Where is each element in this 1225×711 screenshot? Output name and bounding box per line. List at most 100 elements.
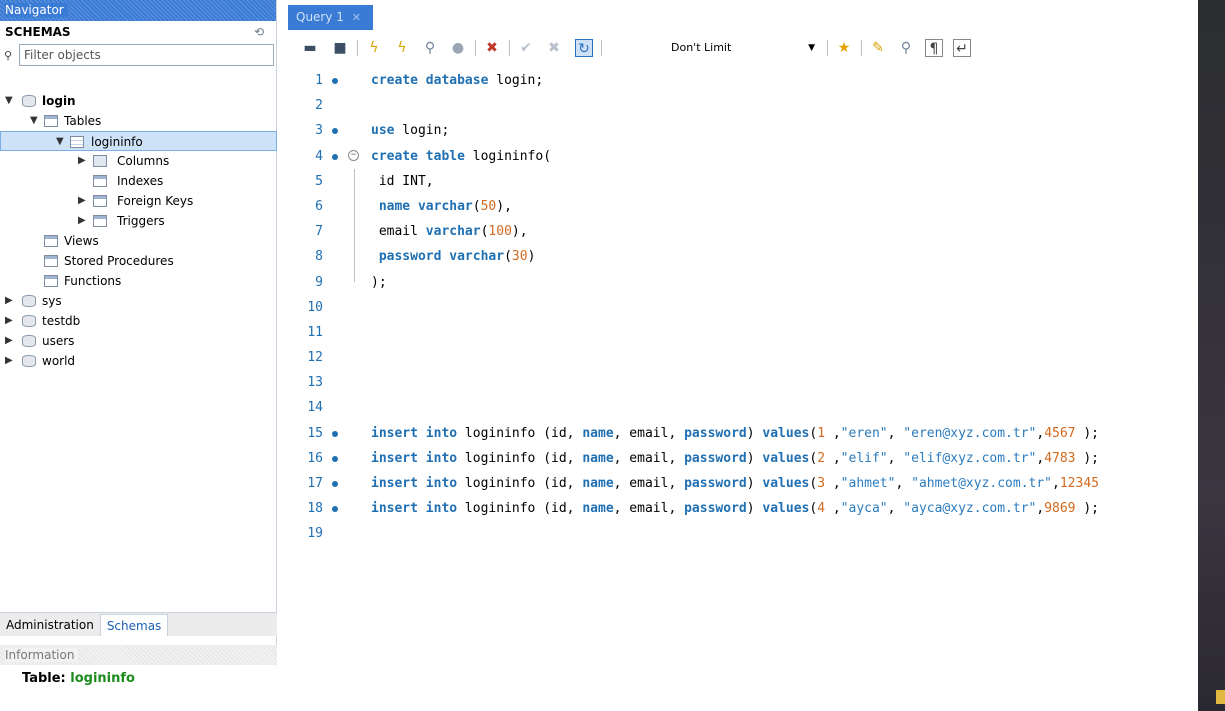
rollback-icon[interactable]: ✖ <box>545 39 563 57</box>
code-line[interactable]: 5 id INT, <box>285 168 1198 194</box>
code-line[interactable]: 11 <box>285 320 1198 345</box>
fold-guide <box>354 244 355 270</box>
collapsed-arrow-icon[interactable]: ▶ <box>5 331 13 351</box>
tree-node-columns[interactable]: ▶ Columns <box>0 151 277 171</box>
code-line[interactable]: 15 insert into logininfo (id, name, email… <box>285 421 1198 446</box>
code-line[interactable]: 16 insert into logininfo (id, name, email… <box>285 446 1198 471</box>
add-snippet-icon[interactable]: ★ <box>835 39 853 57</box>
stop-icon[interactable]: ● <box>449 39 467 57</box>
tree-node-stored-procedures[interactable]: Stored Procedures <box>0 251 277 271</box>
statement-marker-icon <box>332 128 338 135</box>
expanded-arrow-icon[interactable]: ▼ <box>5 91 13 111</box>
fold-toggle-icon[interactable]: − <box>348 149 359 161</box>
code-line[interactable]: 1 create database login; <box>285 68 1198 93</box>
find-icon[interactable]: ⚲ <box>897 39 915 57</box>
tree-node-world[interactable]: ▶ world <box>0 351 277 371</box>
line-number: 7 <box>315 224 323 240</box>
code-line[interactable]: 2 <box>285 93 1198 118</box>
tab-query-1[interactable]: Query 1 ✕ <box>288 5 373 30</box>
filter-objects-input[interactable] <box>19 44 274 66</box>
execute-icon[interactable]: ϟ <box>365 39 383 57</box>
code-line[interactable]: 7 email varchar(100), <box>285 219 1198 245</box>
folder-icon <box>44 115 58 127</box>
tree-label-tables: Tables <box>64 114 102 128</box>
query-tab-title: Query 1 <box>296 10 344 24</box>
info-table-prefix: Table: <box>22 671 66 686</box>
code-line[interactable]: 8 password varchar(30) <box>285 244 1198 270</box>
code-line[interactable]: 17 insert into logininfo (id, name, email… <box>285 471 1198 496</box>
toggle-error-icon[interactable]: ✖ <box>483 39 501 57</box>
tree-node-sys[interactable]: ▶ sys <box>0 291 277 311</box>
line-number: 19 <box>307 526 323 542</box>
tree-label-triggers: Triggers <box>117 214 165 228</box>
information-title: Information <box>5 648 79 662</box>
explain-icon[interactable]: ⚲ <box>421 39 439 57</box>
expanded-arrow-icon[interactable]: ▼ <box>56 132 64 152</box>
autocommit-icon[interactable]: ↻ <box>575 39 593 57</box>
fold-guide <box>354 168 355 194</box>
beautify-icon[interactable]: ✎ <box>869 39 887 57</box>
code-line[interactable]: 10 <box>285 295 1198 320</box>
code-line[interactable]: 3 use login; <box>285 118 1198 143</box>
collapsed-arrow-icon[interactable]: ▶ <box>5 291 13 311</box>
expanded-arrow-icon[interactable]: ▼ <box>30 111 38 131</box>
code-line[interactable]: 9); <box>285 269 1198 295</box>
code-text: id INT, <box>371 173 434 189</box>
line-number: 6 <box>315 198 323 214</box>
toolbar-separator <box>357 40 358 56</box>
navigator-title: Navigator <box>5 3 68 17</box>
tree-node-login[interactable]: ▼ login <box>0 91 277 111</box>
code-line[interactable]: 18 insert into logininfo (id, name, email… <box>285 496 1198 521</box>
editor-toolbar: ▬ ■ ϟ ϟ ⚲ ● ✖ ✔ ✖ ↻ Don't Limit ▼ ★ ✎ ⚲ … <box>285 33 1198 63</box>
collapsed-arrow-icon[interactable]: ▶ <box>78 191 86 211</box>
tree-node-logininfo[interactable]: ▼ logininfo <box>0 131 277 151</box>
code-line[interactable]: 6 name varchar(50), <box>285 193 1198 220</box>
tree-node-tables[interactable]: ▼ Tables <box>0 111 277 131</box>
toolbar-separator <box>861 40 862 56</box>
invisible-chars-icon[interactable]: ¶ <box>925 39 943 57</box>
line-number: 5 <box>315 173 323 189</box>
save-icon[interactable]: ■ <box>331 39 349 57</box>
tree-node-users[interactable]: ▶ users <box>0 331 277 351</box>
information-header: Information <box>0 645 277 665</box>
query-tab-bar: Query 1 ✕ <box>285 0 1198 30</box>
open-folder-icon[interactable]: ▬ <box>301 39 319 57</box>
toolbar-separator <box>475 40 476 56</box>
collapsed-arrow-icon[interactable]: ▶ <box>5 311 13 331</box>
word-wrap-icon[interactable]: ↵ <box>953 39 971 57</box>
tree-node-triggers[interactable]: ▶ Triggers <box>0 211 277 231</box>
commit-icon[interactable]: ✔ <box>517 39 535 57</box>
collapsed-arrow-icon[interactable]: ▶ <box>78 211 86 231</box>
code-text: insert into logininfo (id, name, email, … <box>371 501 1099 517</box>
toolbar-separator <box>601 40 602 56</box>
code-line[interactable]: 19 <box>285 521 1198 546</box>
code-line[interactable]: 12 <box>285 345 1198 370</box>
collapsed-arrow-icon[interactable]: ▶ <box>5 351 13 371</box>
code-line[interactable]: 14 <box>285 395 1198 420</box>
tree-node-testdb[interactable]: ▶ testdb <box>0 311 277 331</box>
tree-node-foreign-keys[interactable]: ▶ Foreign Keys <box>0 191 277 211</box>
tab-schemas[interactable]: Schemas <box>99 613 169 636</box>
limit-rows-select[interactable]: Don't Limit ▼ <box>661 39 823 57</box>
line-number: 8 <box>315 249 323 265</box>
code-text: insert into logininfo (id, name, email, … <box>371 476 1099 491</box>
tree-node-views[interactable]: Views <box>0 231 277 251</box>
code-line[interactable]: 4 − create table logininfo( <box>285 144 1198 169</box>
statement-marker-icon <box>332 481 338 487</box>
tree-node-indexes[interactable]: Indexes <box>0 171 277 191</box>
code-text: insert into logininfo (id, name, email, … <box>371 450 1099 466</box>
limit-value: Don't Limit <box>671 41 732 54</box>
execute-current-icon[interactable]: ϟ <box>393 39 411 57</box>
line-number: 13 <box>307 375 323 391</box>
toolbar-separator <box>827 40 828 56</box>
tab-administration[interactable]: Administration <box>0 614 100 636</box>
collapsed-arrow-icon[interactable]: ▶ <box>78 151 86 171</box>
code-editor[interactable]: 1 create database login; 2 3 use login; 4 − cre… <box>285 68 1198 547</box>
folder-icon <box>44 235 58 247</box>
close-icon[interactable]: ✕ <box>352 5 361 30</box>
statement-marker-icon <box>332 506 338 513</box>
line-number: 16 <box>307 450 323 466</box>
refresh-icon[interactable]: ⟲ <box>254 25 264 39</box>
code-line[interactable]: 13 <box>285 370 1198 395</box>
tree-node-functions[interactable]: Functions <box>0 271 277 291</box>
